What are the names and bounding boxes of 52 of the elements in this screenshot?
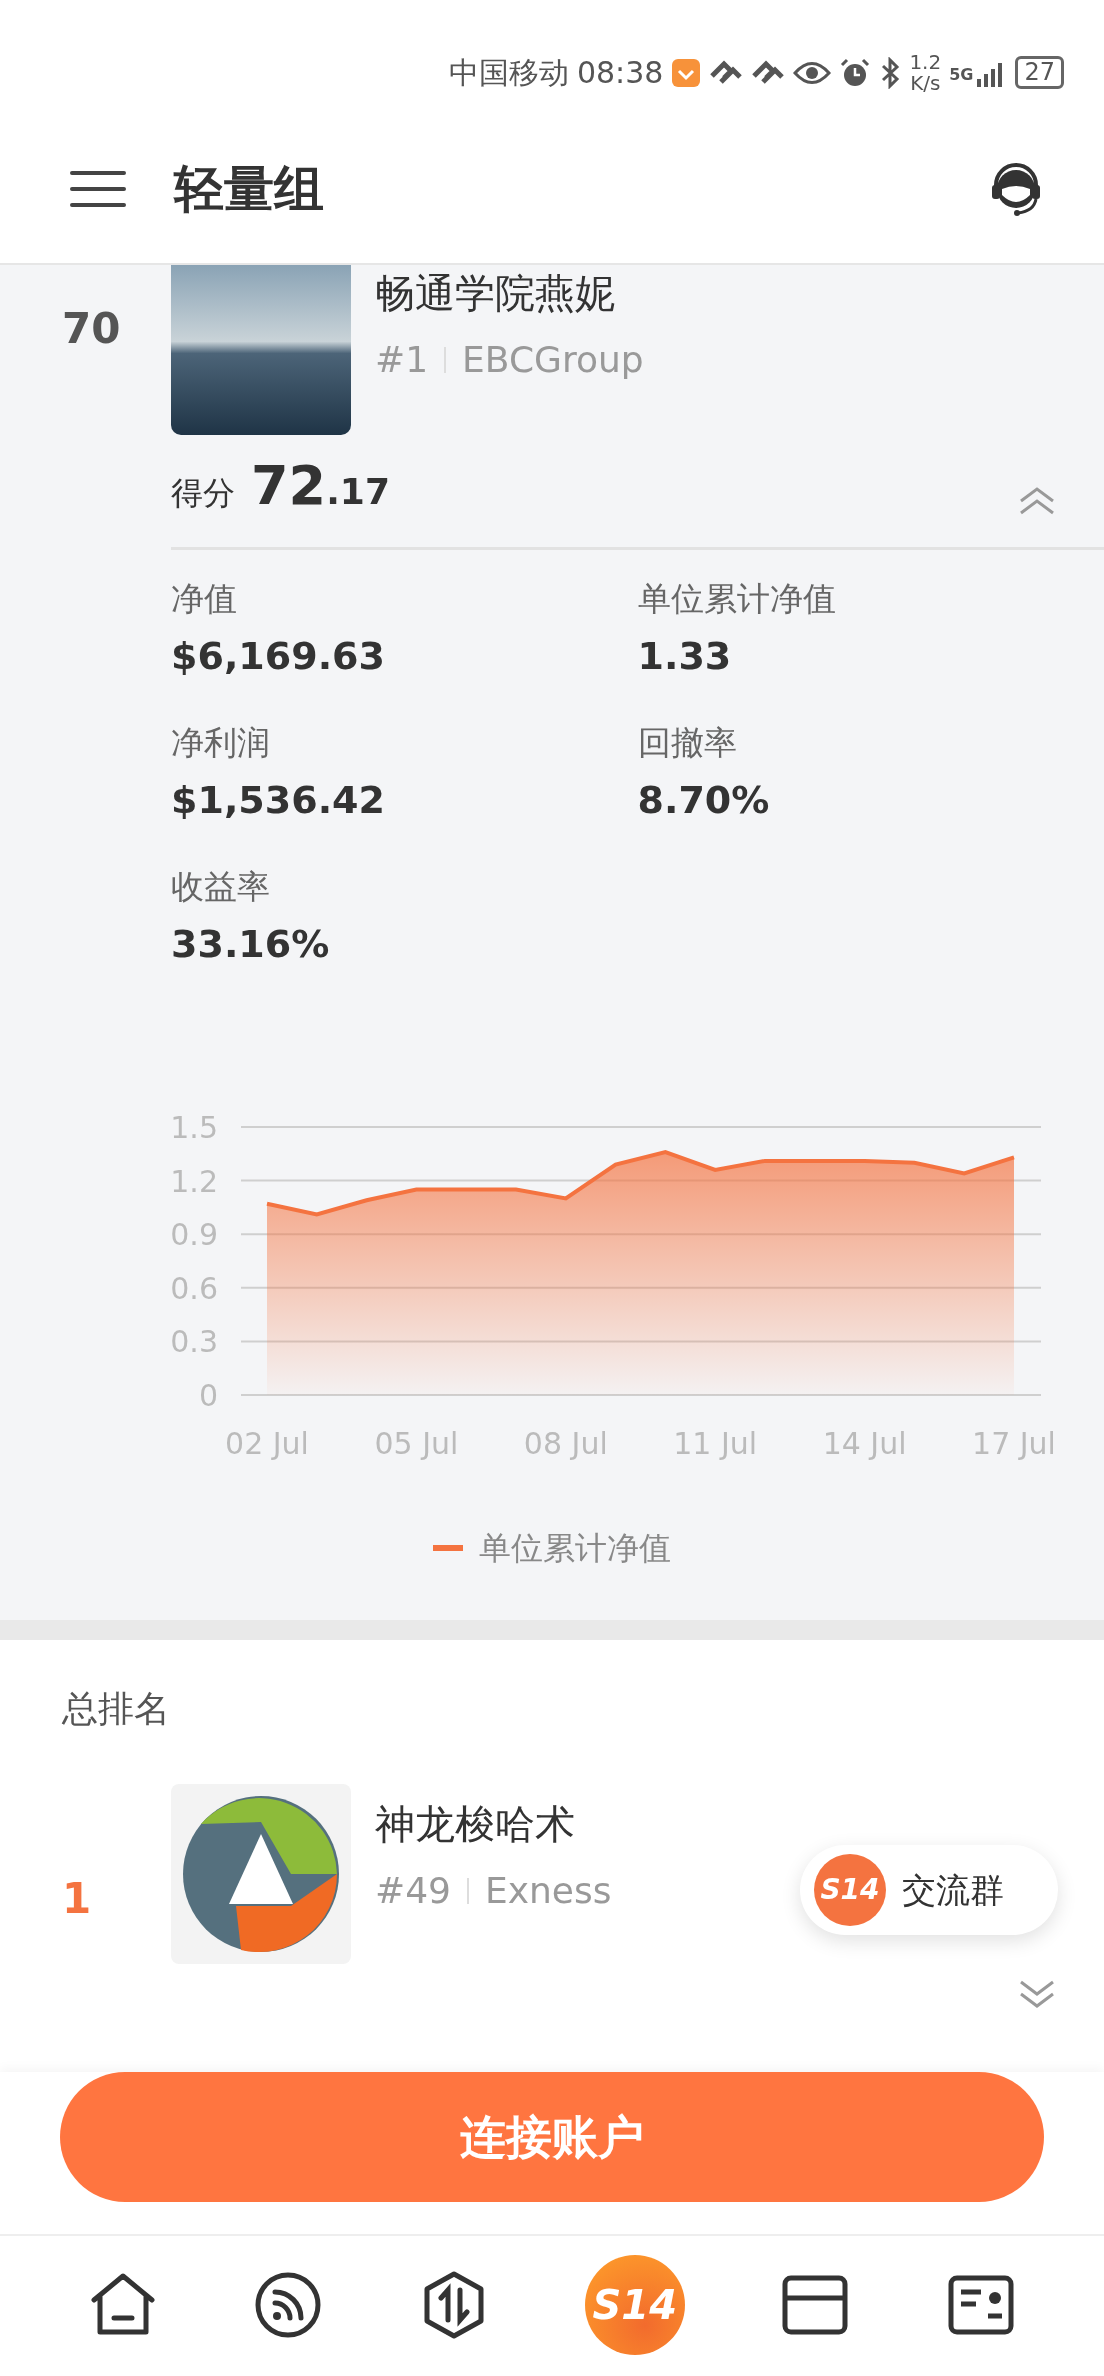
metric-value: 8.70%: [637, 776, 770, 824]
y-axis-label: 0.3: [170, 1324, 218, 1360]
s14-logo-icon: S14: [814, 1854, 886, 1926]
x-axis-label: 05 Jul: [374, 1426, 459, 1461]
x-axis-label: 02 Jul: [225, 1426, 309, 1461]
clock-time: 08:38: [576, 54, 664, 92]
y-axis-label: 0.6: [170, 1270, 218, 1306]
y-axis-label: 0: [198, 1378, 218, 1413]
menu-icon[interactable]: [70, 169, 126, 209]
y-axis-label: 0.9: [170, 1217, 218, 1253]
metric-value: 1.33: [637, 632, 732, 680]
section-title: 总排名: [61, 1687, 171, 1731]
speed-unit: K/s: [909, 72, 942, 94]
app-badge-icon: [671, 57, 702, 88]
page-title: 轻量组: [174, 158, 325, 220]
broker-name: EBCGroup: [462, 338, 644, 382]
metric-value: 33.16%: [171, 920, 330, 968]
account-number: #49: [375, 1869, 451, 1913]
score-label: 得分: [171, 473, 235, 514]
metric-label: 回撤率: [637, 722, 737, 764]
x-axis-label: 17 Jul: [972, 1426, 1056, 1461]
metric-label: 净值: [171, 578, 237, 620]
battery-level: 27: [1015, 56, 1064, 89]
speed-value: 1.2: [909, 51, 942, 73]
trader-name: 畅通学院燕妮: [375, 269, 616, 317]
circle-logo-icon: [181, 1794, 341, 1954]
broker-name: Exness: [485, 1869, 612, 1913]
trader-name: 神龙梭哈术: [375, 1800, 576, 1848]
carrier-name: 中国移动: [448, 54, 569, 92]
alarm-icon: [839, 56, 872, 89]
rank-number: 70: [62, 304, 121, 353]
account-number: #1: [375, 338, 429, 382]
network-type: 5G: [949, 63, 974, 86]
x-axis-label: 08 Jul: [523, 1426, 608, 1461]
metric-value: $1,536.42: [171, 776, 385, 824]
metric-label: 净利润: [171, 722, 270, 764]
legend-label: 单位累计净值: [479, 1528, 671, 1569]
eye-icon: [793, 59, 832, 86]
metric-label: 单位累计净值: [637, 578, 836, 620]
metric-value: $6,169.63: [171, 632, 385, 680]
score-value: 72.17: [251, 459, 390, 519]
chat-group-button[interactable]: S14 交流群: [800, 1845, 1058, 1935]
x-axis-label: 11 Jul: [673, 1426, 758, 1461]
bluetooth-icon: [879, 56, 902, 89]
y-axis-label: 1.5: [170, 1110, 218, 1145]
metric-label: 收益率: [171, 866, 270, 908]
legend-swatch: [433, 1545, 463, 1551]
x-axis-label: 14 Jul: [822, 1426, 907, 1461]
s14-tab-button[interactable]: S14: [584, 2255, 685, 2355]
connect-account-button[interactable]: 连接账户: [60, 2072, 1044, 2202]
rank-number: 1: [62, 1872, 92, 1925]
y-axis-label: 1.2: [170, 1163, 218, 1199]
